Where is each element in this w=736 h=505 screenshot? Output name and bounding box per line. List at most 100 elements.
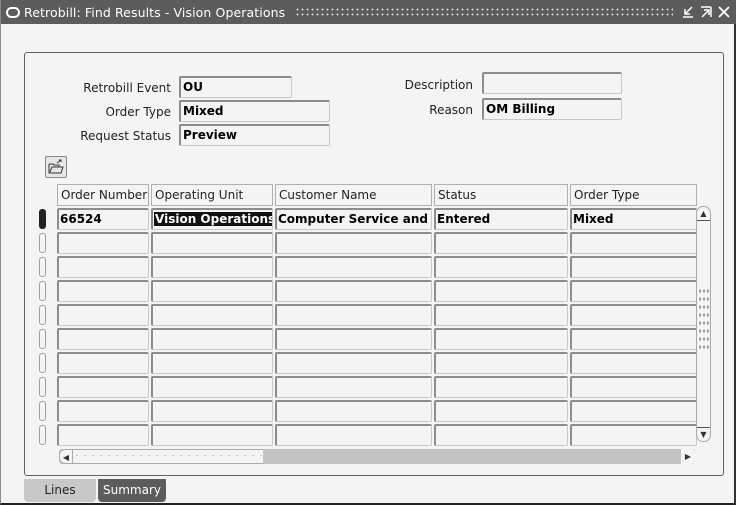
row-indicator[interactable]	[39, 257, 46, 277]
triangle-up-icon: ▲	[700, 209, 707, 218]
vertical-scrollbar[interactable]: ▲ ▼	[696, 206, 711, 442]
description-label: Description	[404, 78, 473, 92]
triangle-left-icon: ◀	[62, 453, 70, 462]
row-indicator[interactable]	[39, 209, 46, 229]
close-button[interactable]	[717, 5, 731, 19]
cell-order-number[interactable]	[57, 256, 149, 278]
tab-lines[interactable]: Lines	[24, 479, 96, 502]
retrobill-event-field[interactable]: OU	[179, 76, 292, 98]
cell-operating-unit[interactable]	[151, 304, 273, 326]
reason-field[interactable]: OM Billing	[482, 98, 622, 120]
vertical-scroll-thumb[interactable]	[698, 287, 709, 349]
reason-label: Reason	[429, 103, 473, 117]
oracle-logo-icon	[6, 6, 20, 18]
title-drag-handle[interactable]	[295, 7, 673, 17]
cell-order-number[interactable]	[57, 424, 149, 446]
close-icon	[718, 6, 730, 18]
cell-order-type[interactable]	[570, 424, 697, 446]
cell-order-number[interactable]	[57, 232, 149, 254]
open-folder-button[interactable]	[45, 156, 67, 178]
row-indicator[interactable]	[39, 425, 46, 445]
retrobill-event-label: Retrobill Event	[83, 81, 171, 95]
cell-status[interactable]: Entered	[434, 208, 568, 230]
cell-order-number[interactable]	[57, 304, 149, 326]
cell-value: Vision Operations	[154, 212, 272, 226]
cell-order-number[interactable]	[57, 352, 149, 374]
cell-order-type[interactable]	[570, 328, 697, 350]
title-bar[interactable]: Retrobill: Find Results - Vision Operati…	[1, 0, 736, 24]
cell-order-type[interactable]	[570, 400, 697, 422]
cell-order-number[interactable]	[57, 328, 149, 350]
row-indicator[interactable]	[39, 281, 46, 301]
cell-order-number[interactable]: 66524	[57, 208, 149, 230]
maximize-button[interactable]	[699, 5, 713, 19]
minimize-icon	[683, 6, 693, 18]
order-type-label: Order Type	[105, 105, 171, 119]
retrobill-find-results-window: Retrobill: Find Results - Vision Operati…	[0, 0, 736, 505]
cell-order-type[interactable]	[570, 232, 697, 254]
cell-operating-unit[interactable]	[151, 280, 273, 302]
cell-status[interactable]	[434, 352, 568, 374]
cell-status[interactable]	[434, 304, 568, 326]
cell-customer-name[interactable]	[275, 352, 432, 374]
scroll-right-button[interactable]: ▶	[681, 449, 695, 464]
cell-status[interactable]	[434, 280, 568, 302]
cell-order-type[interactable]	[570, 256, 697, 278]
scroll-left-button[interactable]: ◀	[59, 449, 73, 464]
cell-status[interactable]	[434, 328, 568, 350]
row-indicator[interactable]	[39, 305, 46, 325]
cell-order-type[interactable]	[570, 304, 697, 326]
horizontal-scrollbar[interactable]: ◀ ▶	[59, 449, 695, 464]
cell-customer-name[interactable]	[275, 304, 432, 326]
cell-order-number[interactable]	[57, 376, 149, 398]
cell-customer-name[interactable]	[275, 232, 432, 254]
row-indicator[interactable]	[39, 233, 46, 253]
row-indicator[interactable]	[39, 329, 46, 349]
cell-status[interactable]	[434, 256, 568, 278]
tab-summary[interactable]: Summary	[98, 479, 166, 502]
column-header-status[interactable]: Status	[434, 184, 568, 206]
cell-order-type[interactable]	[570, 352, 697, 374]
scroll-down-button[interactable]: ▼	[697, 427, 710, 441]
cell-order-type[interactable]	[570, 376, 697, 398]
cell-customer-name[interactable]	[275, 424, 432, 446]
cell-operating-unit[interactable]	[151, 424, 273, 446]
cell-customer-name[interactable]	[275, 376, 432, 398]
order-type-field[interactable]: Mixed	[179, 100, 330, 122]
row-indicator[interactable]	[39, 377, 46, 397]
row-indicator[interactable]	[39, 353, 46, 373]
cell-operating-unit[interactable]	[151, 352, 273, 374]
cell-operating-unit[interactable]	[151, 328, 273, 350]
column-header-customer-name[interactable]: Customer Name	[275, 184, 432, 206]
column-header-order-number[interactable]: Order Number	[57, 184, 149, 206]
minimize-button[interactable]	[681, 5, 695, 19]
maximize-icon	[701, 6, 712, 18]
cell-operating-unit[interactable]	[151, 400, 273, 422]
request-status-field[interactable]: Preview	[179, 124, 330, 146]
cell-customer-name[interactable]	[275, 280, 432, 302]
cell-customer-name[interactable]	[275, 256, 432, 278]
cell-operating-unit[interactable]	[151, 232, 273, 254]
cell-order-type[interactable]: Mixed	[570, 208, 697, 230]
cell-status[interactable]	[434, 376, 568, 398]
cell-operating-unit[interactable]	[151, 376, 273, 398]
description-field[interactable]	[482, 72, 622, 94]
cell-customer-name[interactable]	[275, 328, 432, 350]
cell-operating-unit[interactable]	[151, 256, 273, 278]
window-title: Retrobill: Find Results - Vision Operati…	[24, 4, 286, 20]
scroll-up-button[interactable]: ▲	[697, 207, 710, 221]
cell-customer-name[interactable]: Computer Service and Rentals	[275, 208, 432, 230]
cell-status[interactable]	[434, 424, 568, 446]
triangle-right-icon: ▶	[684, 452, 692, 461]
column-header-operating-unit[interactable]: Operating Unit	[151, 184, 273, 206]
cell-order-type[interactable]	[570, 280, 697, 302]
cell-status[interactable]	[434, 400, 568, 422]
cell-status[interactable]	[434, 232, 568, 254]
column-header-order-type[interactable]: Order Type	[570, 184, 697, 206]
horizontal-scroll-thumb[interactable]	[73, 449, 263, 464]
cell-order-number[interactable]	[57, 280, 149, 302]
cell-operating-unit[interactable]: Vision Operations	[151, 208, 273, 230]
cell-order-number[interactable]	[57, 400, 149, 422]
cell-customer-name[interactable]	[275, 400, 432, 422]
row-indicator[interactable]	[39, 401, 46, 421]
